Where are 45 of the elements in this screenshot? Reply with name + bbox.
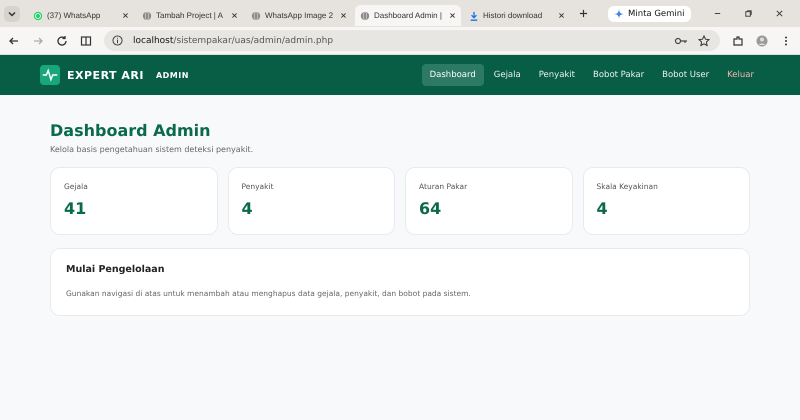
browser-tab[interactable]: WhatsApp Image 2 <box>246 5 352 26</box>
download-icon <box>469 10 479 20</box>
page-title: Dashboard Admin <box>50 121 212 140</box>
star-icon[interactable] <box>698 34 710 46</box>
globe-icon <box>360 10 370 20</box>
nav-link[interactable]: Keluar <box>719 64 762 86</box>
browser-tab[interactable]: (37) WhatsApp <box>28 5 134 26</box>
browser-tab[interactable]: Tambah Project | A <box>137 5 243 26</box>
nav-link[interactable]: Bobot User <box>654 64 718 86</box>
new-tab-icon[interactable] <box>579 9 588 18</box>
extensions-icon[interactable] <box>732 34 744 46</box>
close-icon[interactable] <box>340 12 347 19</box>
browser-tab[interactable]: Dashboard Admin | <box>355 5 461 26</box>
nav-link[interactable]: Bobot Pakar <box>585 64 652 86</box>
chat-bubble-icon <box>33 10 43 20</box>
nav-link[interactable]: Gejala <box>486 64 529 86</box>
profile-avatar-icon[interactable] <box>756 34 768 46</box>
globe-icon <box>251 10 261 20</box>
gemini-button[interactable]: Minta Gemini <box>608 6 691 22</box>
stat-value: 4 <box>242 199 254 218</box>
pulse-logo-icon <box>40 65 60 85</box>
admin-label: ADMIN <box>156 70 189 80</box>
reload-icon[interactable] <box>56 34 68 46</box>
browser-tab[interactable]: Histori download <box>464 5 570 26</box>
stat-value: 4 <box>596 199 609 218</box>
nav-link[interactable]: Penyakit <box>530 64 584 86</box>
restore-icon[interactable] <box>744 9 753 18</box>
split-view-icon[interactable] <box>80 34 92 46</box>
close-icon[interactable] <box>449 12 456 19</box>
close-icon[interactable] <box>122 12 129 19</box>
page-subtitle: Kelola basis pengetahuan sistem deteksi penyakit. <box>50 145 254 154</box>
info-title: Mulai Pengelolaan <box>66 264 166 275</box>
stat-value: 64 <box>419 199 442 218</box>
brand-name: EXPERT ARI <box>67 68 144 82</box>
close-icon[interactable] <box>558 12 565 19</box>
nav-link[interactable]: Dashboard <box>422 64 484 86</box>
info-icon <box>112 35 123 46</box>
globe-icon <box>142 10 152 20</box>
close-icon[interactable] <box>231 12 238 19</box>
back-icon[interactable] <box>8 34 20 46</box>
address-bar[interactable]: localhost/sistempakar/uas/admin/admin.php <box>104 30 720 51</box>
stat-value: 41 <box>64 199 88 218</box>
close-icon[interactable] <box>774 9 784 18</box>
tab-list-button[interactable] <box>4 6 20 22</box>
sparkle-icon <box>614 8 624 18</box>
